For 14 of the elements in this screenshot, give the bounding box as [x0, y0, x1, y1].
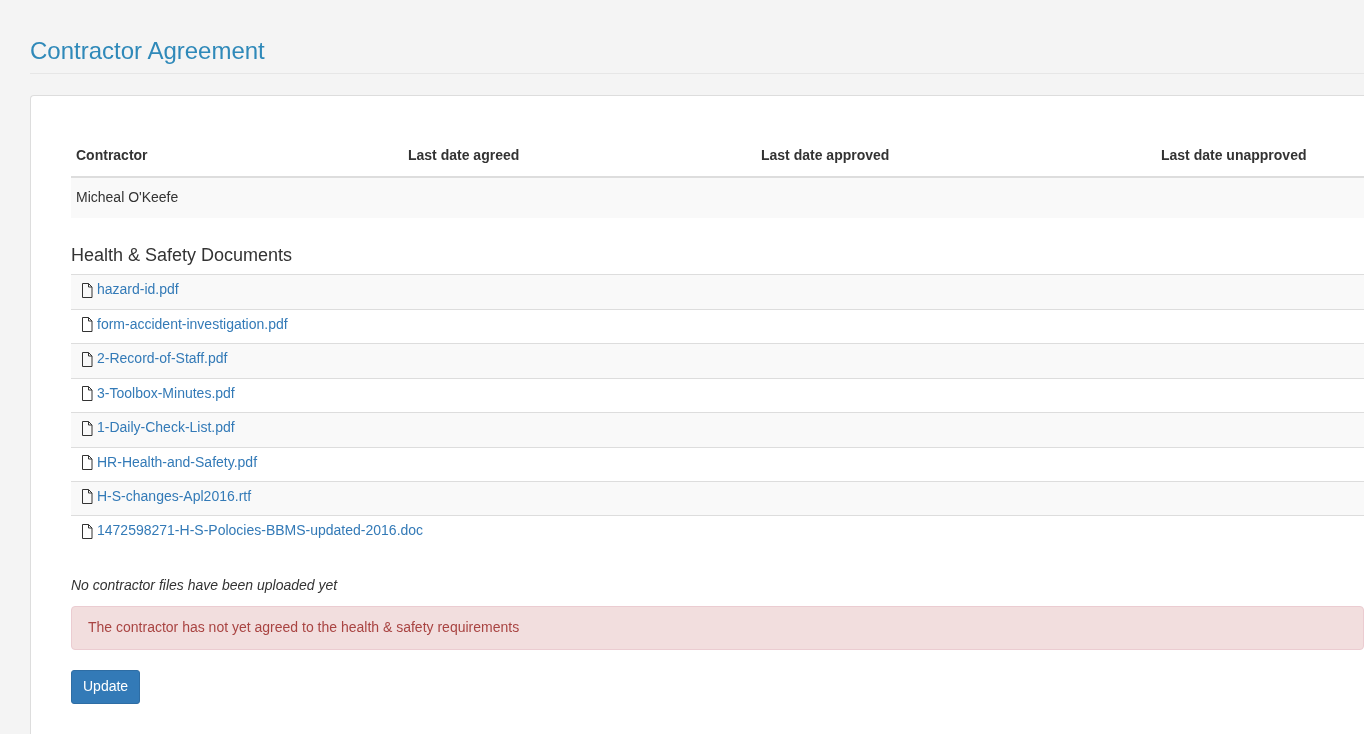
file-link[interactable]: H-S-changes-Apl2016.rtf: [80, 486, 252, 507]
file-link[interactable]: 1-Daily-Check-List.pdf: [80, 418, 235, 438]
file-link[interactable]: 3-Toolbox-Minutes.pdf: [80, 383, 235, 404]
file-link[interactable]: 2-Record-of-Staff.pdf: [80, 349, 228, 370]
table-cell: Micheal O'Keefe: [71, 177, 403, 219]
file-link[interactable]: hazard-id.pdf: [80, 280, 179, 301]
page-title: Contractor Agreement: [30, 38, 1364, 75]
alert-message: The contractor has not yet agreed to the health & safety requirements: [71, 605, 1364, 650]
empty-note: No contractor files have been uploaded yet: [71, 575, 339, 595]
file-link[interactable]: HR-Health-and-Safety.pdf: [80, 452, 258, 473]
file-link[interactable]: form-accident-investigation.pdf: [80, 314, 288, 335]
file-link[interactable]: 1472598271-H-S-Polocies-BBMS-updated-2016.doc: [80, 521, 424, 542]
section-heading: Health & Safety Documents: [71, 246, 294, 267]
update-button[interactable]: Update: [71, 669, 141, 704]
